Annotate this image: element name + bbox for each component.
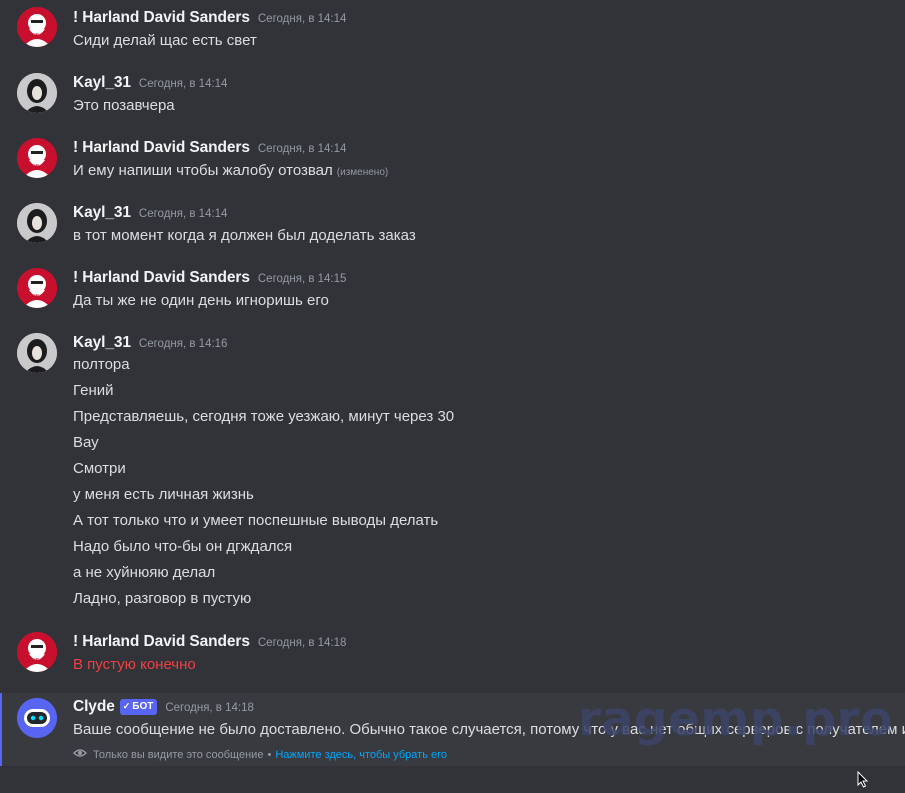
mouse-cursor-icon <box>857 770 869 793</box>
visibility-note-text: Только вы видите это сообщение <box>93 748 264 761</box>
kfc-colonel-avatar[interactable]: KFC <box>17 7 57 47</box>
kfc-colonel-avatar[interactable]: KFC <box>17 138 57 178</box>
author-name[interactable]: Kayl_31 <box>73 334 131 352</box>
author-name[interactable]: Clyde <box>73 698 115 716</box>
timestamp: Сегодня, в 14:14 <box>138 208 228 220</box>
message-text: Надо было что-бы он дгждался <box>73 538 293 555</box>
svg-text:KFC: KFC <box>30 294 44 301</box>
message-text: Ладно, разговор в пустую <box>73 590 252 607</box>
ephemeral-note: Только вы видите это сообщение • Нажмите… <box>73 748 447 761</box>
svg-text:KFC: KFC <box>30 33 44 40</box>
author-name[interactable]: ! Harland David Sanders <box>73 9 250 27</box>
clyde-bot-avatar[interactable] <box>17 698 57 738</box>
timestamp: Сегодня, в 14:14 <box>138 78 228 90</box>
message-feed: KFC ! Harland David Sanders Сегодня, в 1… <box>0 0 905 788</box>
watermark: ragemp.pro <box>578 692 893 747</box>
message-text: Смотри <box>73 460 126 477</box>
message-text: И ему напиши чтобы жалобу отозвал (измене… <box>73 162 388 179</box>
author-name[interactable]: ! Harland David Sanders <box>73 139 250 157</box>
bot-badge: ✓ БОТ <box>119 698 158 715</box>
edited-label: (изменено) <box>336 167 389 178</box>
author-name[interactable]: Kayl_31 <box>73 74 131 92</box>
girl-avatar[interactable] <box>17 203 57 243</box>
timestamp: Сегодня, в 14:14 <box>257 143 347 155</box>
girl-avatar[interactable] <box>17 333 57 373</box>
eye-icon <box>73 748 87 761</box>
timestamp: Сегодня, в 14:18 <box>257 637 347 649</box>
bot-badge-label: БОТ <box>132 701 154 712</box>
dismiss-message-link[interactable]: Нажмите здесь, чтобы убрать его <box>275 749 447 761</box>
author-name[interactable]: ! Harland David Sanders <box>73 633 250 651</box>
kfc-colonel-avatar[interactable]: KFC <box>17 268 57 308</box>
author-name[interactable]: Kayl_31 <box>73 204 131 222</box>
message-text: в тот момент когда я должен был доделать… <box>73 227 416 244</box>
ephemeral-accent-bar <box>0 693 2 766</box>
message-text: Это позавчера <box>73 97 175 114</box>
kfc-colonel-avatar[interactable]: KFC <box>17 632 57 672</box>
timestamp: Сегодня, в 14:18 <box>165 702 254 714</box>
svg-text:KFC: KFC <box>30 164 44 171</box>
message-text: Гений <box>73 382 114 399</box>
timestamp: Сегодня, в 14:15 <box>257 273 347 285</box>
failed-message-text: В пустую конечно <box>73 656 196 673</box>
message-text: у меня есть личная жизнь <box>73 486 254 503</box>
separator: • <box>267 748 272 761</box>
timestamp: Сегодня, в 14:16 <box>138 338 228 350</box>
timestamp: Сегодня, в 14:14 <box>257 13 347 25</box>
message-text-content: И ему напиши чтобы жалобу отозвал <box>73 162 333 179</box>
check-icon: ✓ <box>122 701 131 711</box>
message-text: а не хуйнюяю делал <box>73 564 216 581</box>
message-text: А тот только что и умеет поспешные вывод… <box>73 512 439 529</box>
author-name[interactable]: ! Harland David Sanders <box>73 269 250 287</box>
message-text: Да ты же не один день игноришь его <box>73 292 329 309</box>
svg-text:KFC: KFC <box>30 658 44 665</box>
message-text: полтора <box>73 356 130 373</box>
message-text: Представляешь, сегодня тоже уезжаю, мину… <box>73 408 455 425</box>
girl-avatar[interactable] <box>17 73 57 113</box>
message-text: Вау <box>73 434 99 451</box>
message-text: Сиди делай щас есть свет <box>73 32 257 49</box>
